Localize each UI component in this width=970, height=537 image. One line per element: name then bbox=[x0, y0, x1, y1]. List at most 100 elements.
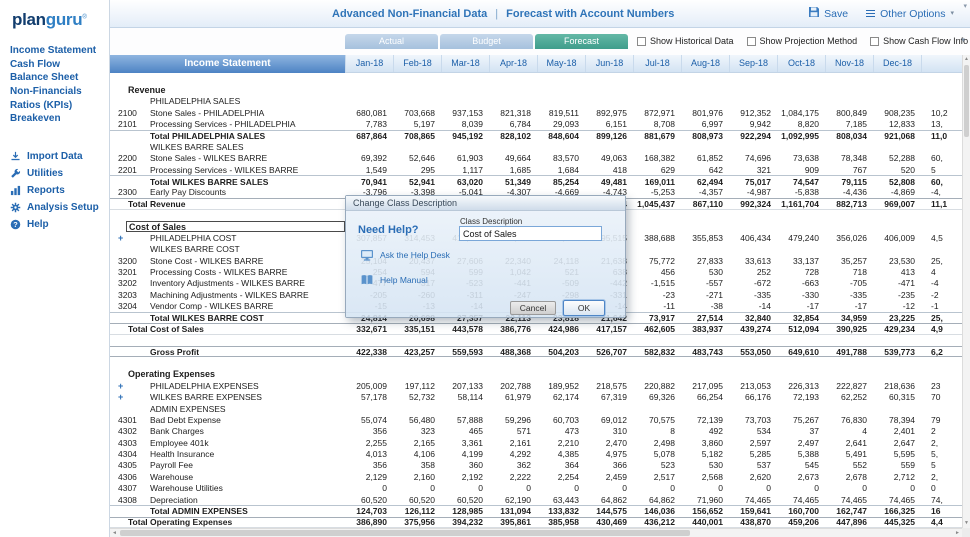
row-label[interactable]: Total Revenue bbox=[110, 199, 345, 208]
grid-cell[interactable]: 819,511 bbox=[537, 108, 585, 118]
grid-cell[interactable]: 6,2 bbox=[921, 347, 962, 357]
grid-cell[interactable]: 189,952 bbox=[537, 381, 585, 391]
grid-cell[interactable]: 808,034 bbox=[825, 131, 873, 141]
grid-cell[interactable]: 335,151 bbox=[393, 324, 441, 334]
grid-cell[interactable]: 12,833 bbox=[873, 119, 921, 129]
table-row-account-4302[interactable]: 4302Bank Charges356323465571473310849253… bbox=[110, 426, 962, 437]
row-label[interactable]: 3200Stone Cost - WILKES BARRE bbox=[110, 255, 345, 266]
grid-cell[interactable]: 908,235 bbox=[873, 108, 921, 118]
grid-cell[interactable]: 2,673 bbox=[777, 472, 825, 482]
row-label[interactable]: Cost of Sales bbox=[126, 221, 345, 232]
grid-cell[interactable]: 52,288 bbox=[873, 153, 921, 163]
grid-cell[interactable]: 388,688 bbox=[633, 233, 681, 243]
grid-cell[interactable]: -4,436 bbox=[825, 187, 873, 197]
grid-cell[interactable]: 160,700 bbox=[777, 506, 825, 516]
grid-cell[interactable]: -1,515 bbox=[633, 278, 681, 288]
grid-cell[interactable]: 526,707 bbox=[585, 347, 633, 357]
grid-cell[interactable]: 2,165 bbox=[393, 438, 441, 448]
grid-cell[interactable]: 360 bbox=[441, 460, 489, 470]
grid-cell[interactable]: -4,357 bbox=[681, 187, 729, 197]
grid-cell[interactable]: 0 bbox=[393, 483, 441, 493]
grid-cell[interactable]: 642 bbox=[681, 165, 729, 175]
grid-cell[interactable]: 2,517 bbox=[633, 472, 681, 482]
grid-cell[interactable]: 375,956 bbox=[393, 517, 441, 527]
grid-cell[interactable]: 4,975 bbox=[585, 449, 633, 459]
row-label[interactable]: 2100Stone Sales - PHILADELPHIA bbox=[110, 107, 345, 118]
grid-cell[interactable]: 430,469 bbox=[585, 517, 633, 527]
row-label[interactable]: Operating Expenses bbox=[110, 369, 345, 380]
grid-cell[interactable]: 530 bbox=[681, 460, 729, 470]
grid-cell[interactable]: 545 bbox=[777, 460, 825, 470]
grid-cell[interactable]: 1,092,995 bbox=[777, 131, 825, 141]
grid-cell[interactable]: 355,853 bbox=[681, 233, 729, 243]
grid-cell[interactable]: 59,296 bbox=[489, 415, 537, 425]
grid-cell[interactable]: 74,465 bbox=[825, 495, 873, 505]
grid-cell[interactable]: 424,986 bbox=[537, 324, 585, 334]
row-label[interactable]: Total Operating Expenses bbox=[110, 518, 345, 527]
table-row-account-4303[interactable]: 4303Employee 401k2,2552,1653,3612,1612,2… bbox=[110, 437, 962, 448]
grid-cell[interactable]: 2, bbox=[921, 438, 962, 448]
grid-cell[interactable]: -4, bbox=[921, 187, 962, 197]
grid-cell[interactable]: 2,597 bbox=[729, 438, 777, 448]
grid-cell[interactable]: -4,869 bbox=[873, 187, 921, 197]
grid-cell[interactable]: 5,285 bbox=[729, 449, 777, 459]
table-row-account-2101[interactable]: 2101Processing Services - PHILADELPHIA7,… bbox=[110, 119, 962, 130]
grid-cell[interactable]: -17 bbox=[777, 301, 825, 311]
grid-cell[interactable]: 882,713 bbox=[825, 199, 873, 209]
table-row-total-cost-of-sales[interactable]: Total Cost of Sales332,671335,151443,578… bbox=[110, 323, 962, 334]
row-label[interactable]: 2201Processing Services - WILKES BARRE bbox=[110, 164, 345, 175]
tab-forecast[interactable]: Forecast bbox=[535, 34, 628, 49]
grid-cell[interactable]: 74,696 bbox=[729, 153, 777, 163]
grid-cell[interactable]: 8 bbox=[633, 426, 681, 436]
row-label[interactable]: 2101Processing Services - PHILADELPHIA bbox=[110, 119, 345, 130]
grid-cell[interactable]: 23,530 bbox=[873, 256, 921, 266]
grid-cell[interactable]: 71,960 bbox=[681, 495, 729, 505]
row-label[interactable]: 3204Vendor Comp - WILKES BARRE bbox=[110, 301, 345, 312]
row-label[interactable]: +WILKES BARRE EXPENSES bbox=[110, 392, 345, 403]
grid-cell[interactable]: 4,9 bbox=[921, 324, 962, 334]
sidebar-item-ratios-kpis[interactable]: Ratios (KPIs) bbox=[0, 99, 109, 113]
grid-cell[interactable]: 945,192 bbox=[441, 131, 489, 141]
ok-button[interactable]: OK bbox=[563, 300, 605, 316]
grid-cell[interactable]: 11,0 bbox=[921, 131, 962, 141]
grid-cell[interactable]: 75,267 bbox=[777, 415, 825, 425]
grid-cell[interactable]: 1,685 bbox=[489, 165, 537, 175]
sidebar-item-cash-flow[interactable]: Cash Flow bbox=[0, 58, 109, 72]
row-label[interactable]: Total Cost of Sales bbox=[110, 324, 345, 333]
row-label[interactable]: Total WILKES BARRE COST bbox=[110, 313, 345, 323]
sidebar-item-reports[interactable]: Reports bbox=[0, 182, 109, 199]
grid-cell[interactable]: 6,997 bbox=[681, 119, 729, 129]
grid-cell[interactable]: 60,520 bbox=[345, 495, 393, 505]
grid-cell[interactable]: -12 bbox=[873, 301, 921, 311]
sidebar-item-analysis-setup[interactable]: Analysis Setup bbox=[0, 199, 109, 216]
grid-cell[interactable]: 61,903 bbox=[441, 153, 489, 163]
grid-cell[interactable]: 4 bbox=[825, 426, 873, 436]
row-label[interactable]: 4302Bank Charges bbox=[110, 426, 345, 437]
grid-cell[interactable]: 85,254 bbox=[537, 177, 585, 187]
grid-cell[interactable]: 60, bbox=[921, 177, 962, 187]
grid-cell[interactable]: 0 bbox=[537, 483, 585, 493]
grid-cell[interactable]: 131,094 bbox=[489, 506, 537, 516]
grid-cell[interactable]: 2,568 bbox=[681, 472, 729, 482]
grid-cell[interactable]: 2,254 bbox=[537, 472, 585, 482]
grid-cell[interactable]: 4,385 bbox=[537, 449, 585, 459]
table-row-wilkes-barre-sales[interactable]: WILKES BARRE SALES bbox=[110, 141, 962, 152]
grid-cell[interactable]: 728 bbox=[777, 267, 825, 277]
grid-cell[interactable]: 571 bbox=[489, 426, 537, 436]
grid-cell[interactable]: 1,117 bbox=[441, 165, 489, 175]
grid-cell[interactable]: 0 bbox=[921, 483, 962, 493]
grid-cell[interactable]: 0 bbox=[681, 483, 729, 493]
table-row-account-4307[interactable]: 4307Warehouse Utilities0000000000000 bbox=[110, 483, 962, 494]
grid-cell[interactable]: 34,959 bbox=[825, 313, 873, 323]
grid-cell[interactable]: -17 bbox=[825, 301, 873, 311]
table-row-total-philadelphia-sales[interactable]: Total PHILADELPHIA SALES687,864708,86594… bbox=[110, 130, 962, 141]
grid-cell[interactable]: 5,595 bbox=[873, 449, 921, 459]
grid-cell[interactable]: 5,078 bbox=[633, 449, 681, 459]
grid-cell[interactable]: 356 bbox=[345, 460, 393, 470]
grid-cell[interactable]: 385,958 bbox=[537, 517, 585, 527]
grid-cell[interactable]: 413 bbox=[873, 267, 921, 277]
grid-cell[interactable]: 4,013 bbox=[345, 449, 393, 459]
grid-cell[interactable]: 383,937 bbox=[681, 324, 729, 334]
grid-cell[interactable]: 295 bbox=[393, 165, 441, 175]
grid-cell[interactable]: 553,050 bbox=[729, 347, 777, 357]
